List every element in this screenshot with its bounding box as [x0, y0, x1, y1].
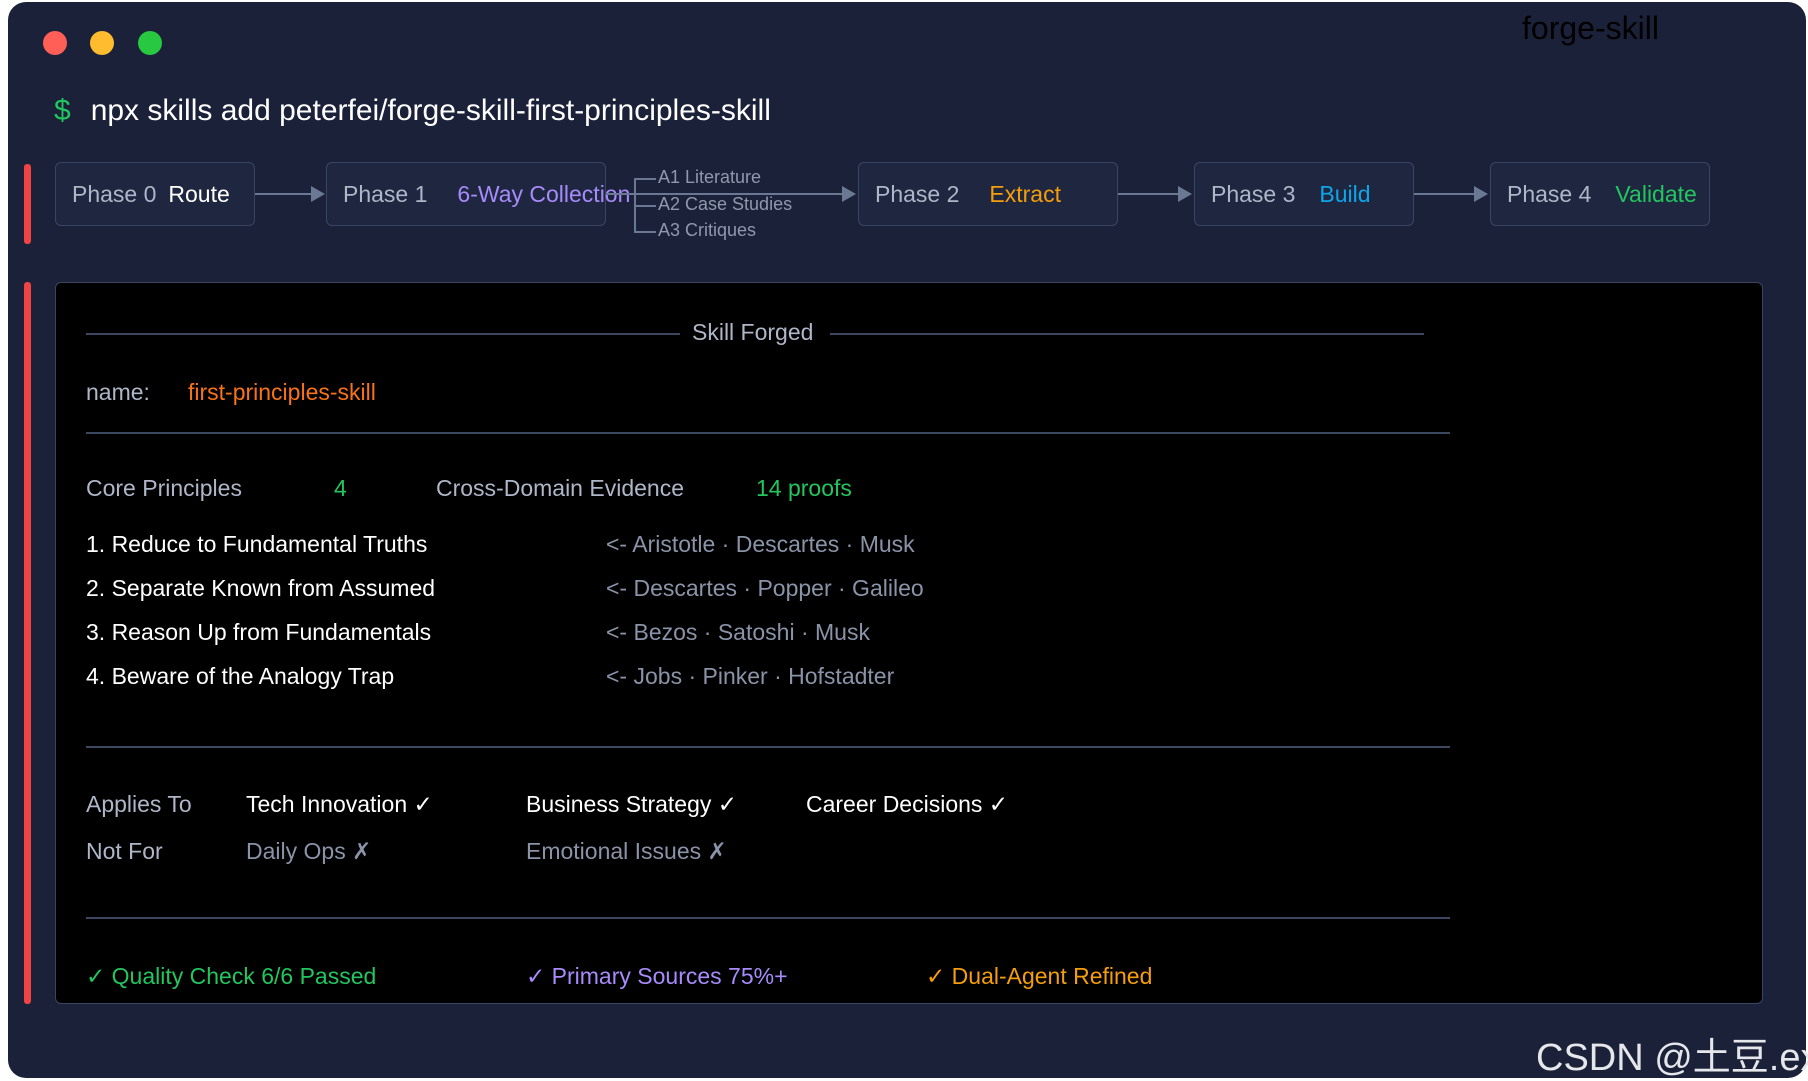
arrow-icon — [1414, 186, 1488, 202]
accent-bar-result — [24, 282, 31, 1004]
phase-number: Phase 4 — [1507, 180, 1592, 207]
primary-sources-status: ✓ Primary Sources 75%+ — [526, 963, 788, 989]
minimize-window-button[interactable] — [90, 31, 114, 55]
divider — [86, 432, 1450, 434]
panel-header: Skill Forged — [692, 319, 814, 345]
principle-item: 3. Reason Up from Fundamentals — [86, 619, 432, 645]
principle-sources: <- Aristotle · Descartes · Musk — [606, 531, 915, 557]
accent-bar-pipeline — [24, 164, 31, 244]
branch-label: A2 Case Studies — [658, 194, 793, 214]
phase-number: Phase 1 — [343, 180, 428, 207]
command-line: $ npx skills add peterfei/forge-skill-fir… — [54, 94, 771, 128]
divider — [86, 917, 1450, 919]
arrow-icon — [255, 186, 325, 202]
phase-1-box: Phase 1 6-Way Collection — [326, 162, 630, 226]
phase-3-box: Phase 3 Build — [1194, 162, 1414, 226]
phase-name: Build — [1319, 180, 1371, 207]
terminal-window: forge-skill $ npx skills add peterfei/for… — [8, 2, 1806, 1078]
evidence-label: Cross-Domain Evidence — [436, 475, 684, 501]
core-principles-count: 4 — [334, 475, 347, 501]
divider — [830, 333, 1424, 335]
prompt-symbol: $ — [54, 94, 71, 127]
not-for-item: Emotional Issues ✗ — [526, 838, 727, 864]
skill-name-value: first-principles-skill — [188, 379, 376, 405]
phase-name: Route — [168, 180, 230, 207]
name-label: name: — [86, 379, 150, 405]
command-text: npx skills add peterfei/forge-skill-firs… — [90, 94, 771, 127]
applies-to-label: Applies To — [86, 791, 192, 817]
not-for-label: Not For — [86, 838, 163, 864]
close-window-button[interactable] — [43, 31, 67, 55]
phase-2-box: Phase 2 Extract — [858, 162, 1118, 226]
divider — [86, 333, 680, 335]
principle-sources: <- Descartes · Popper · Galileo — [606, 575, 924, 601]
branch-label: A1 Literature — [658, 167, 762, 187]
phase-number: Phase 0 — [72, 180, 157, 207]
principle-item: 2. Separate Known from Assumed — [86, 575, 436, 601]
core-principles-label: Core Principles — [86, 475, 242, 501]
applies-item: Tech Innovation ✓ — [246, 791, 433, 817]
applies-item: Career Decisions ✓ — [806, 791, 1009, 817]
phase-0-box: Phase 0 Route — [55, 162, 255, 226]
dual-agent-status: ✓ Dual-Agent Refined — [926, 963, 1153, 989]
skill-result-panel: Skill Forged name: first-principles-skil… — [55, 282, 1763, 1004]
divider — [86, 746, 1450, 748]
applies-item: Business Strategy ✓ — [526, 791, 738, 817]
quality-check-status: ✓ Quality Check 6/6 Passed — [86, 963, 377, 989]
principle-sources: <- Bezos · Satoshi · Musk — [606, 619, 870, 645]
principle-item: 1. Reduce to Fundamental Truths — [86, 531, 428, 557]
principle-sources: <- Jobs · Pinker · Hofstadter — [606, 663, 895, 689]
not-for-item: Daily Ops ✗ — [246, 838, 372, 864]
principle-item: 4. Beware of the Analogy Trap — [86, 663, 395, 689]
phase-4-box: Phase 4 Validate — [1490, 162, 1710, 226]
phase-name: 6-Way Collection — [457, 180, 631, 207]
maximize-window-button[interactable] — [138, 31, 162, 55]
phase-name: Extract — [989, 180, 1061, 207]
arrow-icon — [1118, 186, 1192, 202]
branch-label: A3 Critiques — [658, 220, 757, 240]
evidence-count: 14 proofs — [756, 475, 852, 501]
phase-number: Phase 3 — [1211, 180, 1296, 207]
window-title: forge-skill — [1522, 10, 1659, 46]
phase-number: Phase 2 — [875, 180, 960, 207]
watermark: CSDN @土豆.exe — [1536, 1037, 1808, 1079]
phase-name: Validate — [1615, 180, 1697, 207]
